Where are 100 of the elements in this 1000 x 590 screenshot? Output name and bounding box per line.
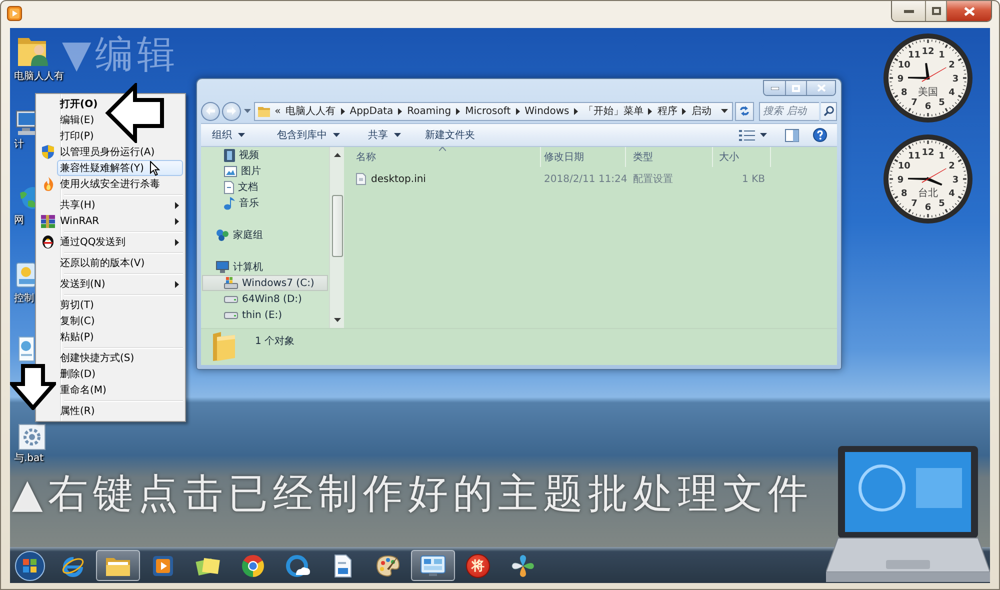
- file-modified: 2018/2/11 11:24: [543, 174, 628, 184]
- file-name[interactable]: desktop.ini: [371, 174, 426, 184]
- maximize-button[interactable]: [785, 81, 806, 95]
- nav-item[interactable]: 音乐: [202, 195, 328, 211]
- drive-icon: [224, 277, 238, 289]
- menu-item[interactable]: 共享(H): [57, 197, 183, 213]
- forward-button[interactable]: [222, 102, 241, 120]
- menu-item[interactable]: 复制(C): [57, 313, 99, 329]
- breadcrumb-item[interactable]: Windows: [524, 106, 570, 116]
- menu-item[interactable]: 剪切(T): [57, 297, 98, 313]
- menu-item[interactable]: 打开(O): [57, 96, 102, 112]
- refresh-button[interactable]: [735, 102, 754, 120]
- chevron-icon: [648, 108, 652, 114]
- maximize-button[interactable]: [925, 1, 946, 21]
- nav-item[interactable]: 家庭组: [202, 227, 328, 243]
- menu-item[interactable]: 以管理员身份运行(A): [57, 144, 159, 160]
- clock-numeral: 5: [938, 98, 945, 108]
- folder-icon: [258, 106, 270, 116]
- menu-item[interactable]: 使用火绒安全进行杀毒: [57, 176, 164, 192]
- mouse-cursor-icon: [150, 161, 160, 176]
- taskbar-button[interactable]: [96, 550, 140, 581]
- nav-item[interactable]: 64Win8 (D:): [202, 291, 328, 307]
- down-arrow-icon: [10, 364, 56, 410]
- help-icon: [813, 128, 827, 142]
- menu-item[interactable]: 创建快捷方式(S): [57, 350, 138, 366]
- close-button[interactable]: [946, 1, 991, 21]
- menu-item[interactable]: 打印(P): [57, 128, 98, 144]
- toolbar-button[interactable]: 新建文件夹: [418, 125, 482, 145]
- document-icon[interactable]: [18, 336, 34, 362]
- caret-icon: [721, 109, 728, 113]
- document-icon: [224, 180, 234, 194]
- clock-label: 台北: [918, 188, 938, 199]
- maximize-icon: [792, 84, 800, 92]
- menu-item[interactable]: 属性(R): [57, 403, 99, 419]
- preview-pane-icon: [785, 128, 799, 142]
- menu-item[interactable]: 还原以前的版本(V): [57, 255, 149, 271]
- nav-item[interactable]: 视频: [202, 147, 328, 163]
- desktop-icon-label: 计: [14, 139, 24, 151]
- desktop-icon-label: 网: [14, 215, 24, 227]
- breadcrumb-item[interactable]: Microsoft: [465, 106, 511, 116]
- file-icon: [356, 173, 366, 185]
- breadcrumb-item[interactable]: Roaming: [407, 106, 452, 116]
- column-header[interactable]: 类型: [626, 147, 713, 167]
- search-field[interactable]: 搜索 启动: [759, 102, 820, 120]
- clock-numeral: 7: [911, 199, 918, 210]
- scrollbar-thumb[interactable]: [332, 195, 342, 257]
- column-header[interactable]: 大小: [713, 147, 771, 167]
- film-icon: [224, 148, 235, 162]
- toolbar-button[interactable]: 包含到库中: [270, 125, 347, 145]
- breadcrumb-item[interactable]: 启动: [691, 104, 712, 118]
- desktop-icon-label: 电脑人人有: [14, 71, 64, 83]
- toolbar-button[interactable]: 共享: [361, 125, 408, 145]
- taskbar-button[interactable]: 将: [456, 550, 500, 581]
- menu-item[interactable]: 兼容性疑难解答(Y): [57, 160, 183, 176]
- gear-file-icon[interactable]: [18, 424, 46, 450]
- menu-item[interactable]: 重命名(M): [57, 382, 110, 398]
- breadcrumb-overflow[interactable]: «: [274, 106, 281, 116]
- taskbar-button[interactable]: [411, 550, 455, 581]
- menu-item[interactable]: 粘贴(P): [57, 329, 98, 345]
- menu-item[interactable]: 通过QQ发送到: [57, 234, 183, 250]
- computer-icon[interactable]: [16, 108, 35, 136]
- scroll-down-icon[interactable]: [334, 318, 340, 322]
- chevron-icon: [516, 108, 520, 114]
- breadcrumb-item[interactable]: 「开始」菜单: [583, 104, 644, 118]
- address-bar[interactable]: « 电脑人人有 AppData Roaming Microsoft Windows 「开始」菜单 程序 启动: [254, 102, 734, 120]
- back-arrow-icon: [206, 107, 215, 115]
- nav-item[interactable]: 计算机: [202, 259, 328, 275]
- nav-item[interactable]: Windows7 (C:): [202, 275, 328, 291]
- submenu-arrow-icon: [175, 218, 179, 224]
- column-header[interactable]: 名称: [344, 147, 541, 167]
- search-button[interactable]: [821, 102, 837, 120]
- forward-arrow-icon: [226, 107, 236, 115]
- breadcrumb-item[interactable]: 电脑人人有: [286, 104, 336, 118]
- nav-item[interactable]: 图片: [202, 163, 328, 179]
- menu-item[interactable]: 发送到(N): [57, 276, 183, 292]
- toolbar-button[interactable]: 组织: [205, 125, 252, 145]
- clock-numeral: 11: [908, 151, 921, 162]
- menu-item[interactable]: 删除(D): [57, 366, 100, 382]
- minimize-button[interactable]: [892, 1, 925, 21]
- back-button[interactable]: [201, 102, 220, 120]
- clock-numeral: 2: [948, 162, 955, 172]
- nav-item[interactable]: 文档: [202, 179, 328, 195]
- scroll-up-icon[interactable]: [334, 153, 340, 157]
- menu-item[interactable]: 编辑(E): [57, 112, 98, 128]
- video-caption: ▲右键点击已经制作好的主题批处理文件: [12, 472, 813, 516]
- control-panel-icon[interactable]: [16, 260, 35, 290]
- close-button[interactable]: [806, 81, 835, 95]
- clock-numeral: 1: [938, 50, 945, 60]
- penguin-icon: [42, 235, 54, 249]
- folder-icon: [211, 331, 237, 362]
- column-header[interactable]: 修改日期: [541, 147, 626, 167]
- desktop-icon-label: 控制: [14, 293, 34, 305]
- caret-icon: [238, 133, 245, 137]
- minimize-button[interactable]: [764, 81, 785, 95]
- nav-item[interactable]: thin (E:): [202, 307, 328, 323]
- start-orb-icon: [15, 550, 45, 580]
- breadcrumb-item[interactable]: 程序: [657, 104, 678, 118]
- menu-item[interactable]: WinRAR: [57, 213, 183, 229]
- play-icon[interactable]: [7, 6, 22, 21]
- breadcrumb-item[interactable]: AppData: [350, 106, 394, 116]
